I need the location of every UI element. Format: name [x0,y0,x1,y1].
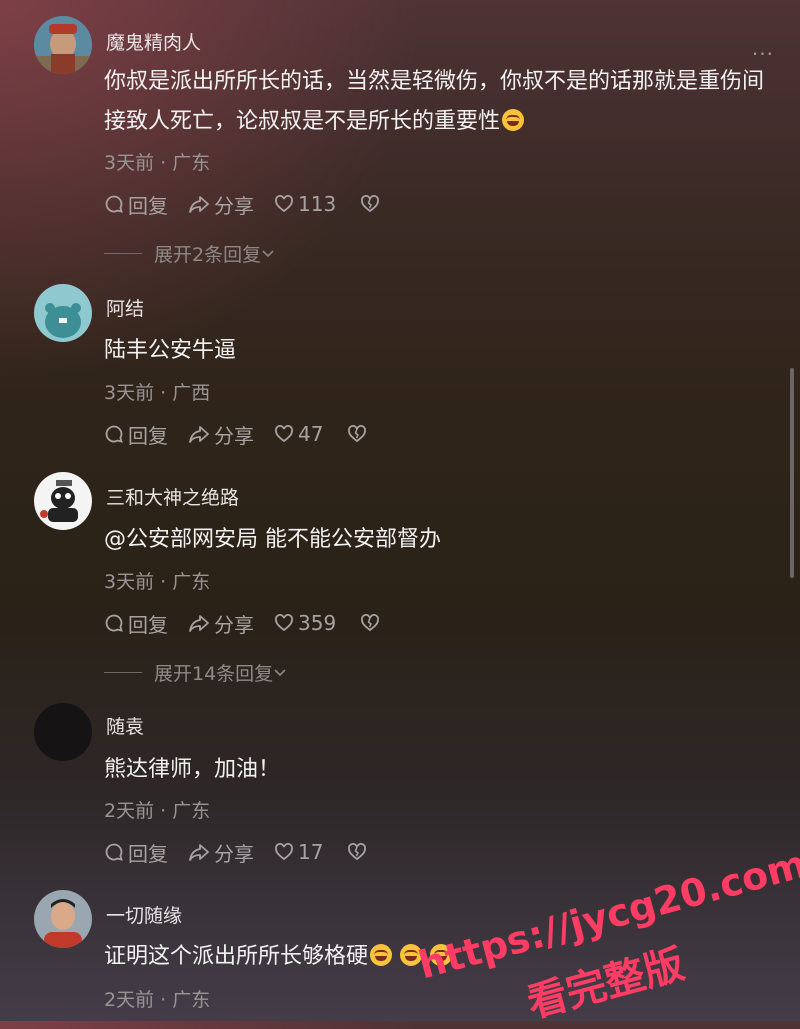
comment-body: 你叔是派出所所长的话，当然是轻微伤，你叔不是的话那就是重伤间接致人死亡，论叔叔是… [104,69,765,134]
commenter-name[interactable]: 阿结 [106,294,144,321]
comment-actions: 回复 分享 359 [104,609,380,638]
commenter-name[interactable]: 三和大神之绝路 [106,483,239,510]
dislike-button[interactable] [347,842,367,862]
commenter-name[interactable]: 随袁 [106,712,144,739]
like-button[interactable]: 17 [274,840,323,864]
share-button[interactable]: 分享 [188,190,254,219]
dislike-button[interactable] [360,613,380,633]
reply-label: 回复 [128,612,168,637]
comment-meta: 2天前 · 广东 [104,800,211,822]
comment-text: @公安部网安局 能不能公安部督办 [104,527,441,552]
comment-body: 证明这个派出所所长够格硬 [104,944,369,969]
heart-icon [275,195,293,213]
avatar[interactable] [34,16,92,74]
avatar[interactable] [34,472,92,530]
reply-icon [105,614,123,632]
expand-replies-label: 展开2条回复 [154,244,262,266]
avatar[interactable] [34,284,92,342]
broken-heart-icon [348,843,367,861]
comment-text: 熊达律师，加油！ [104,757,281,782]
like-count: 359 [298,611,337,635]
reply-icon [105,425,123,443]
share-icon [189,426,209,443]
share-icon [189,844,209,861]
share-label: 分享 [214,423,254,448]
like-button[interactable]: 47 [274,422,323,446]
reply-label: 回复 [128,193,168,218]
comment-text: 陆丰公安牛逼 [104,338,237,363]
like-button[interactable]: 113 [274,192,336,216]
share-button[interactable]: 分享 [188,609,254,638]
reply-button[interactable]: 回复 [104,609,168,638]
share-icon [189,615,209,632]
broken-heart-icon [361,195,380,213]
like-count: 113 [298,192,337,216]
comment-actions: 回复 分享 113 [104,190,380,219]
reply-icon [105,843,123,861]
comment-meta: 3天前 · 广东 [104,571,211,593]
divider-line [104,672,142,673]
heart-icon [275,614,293,632]
comment-actions: 回复 分享 17 [104,838,367,867]
comment-meta: 2天前 · 广东 [104,989,211,1011]
divider-line [104,253,142,254]
chevron-down-icon [262,249,274,257]
reply-button[interactable]: 回复 [104,190,168,219]
avatar[interactable] [34,703,92,761]
rofl-emoji-icon [502,109,525,131]
avatar[interactable] [34,890,92,948]
share-label: 分享 [214,612,254,637]
like-count: 17 [298,840,324,864]
chevron-down-icon [274,668,286,676]
broken-heart-icon [348,425,367,443]
scrollbar[interactable] [790,368,794,578]
share-button[interactable]: 分享 [188,420,254,449]
expand-replies-button[interactable]: 展开14条回复 [104,659,287,686]
comment-actions: 回复 分享 47 [104,420,367,449]
like-count: 47 [298,422,324,446]
comment-text: 你叔是派出所所长的话，当然是轻微伤，你叔不是的话那就是重伤间接致人死亡，论叔叔是… [104,62,769,142]
share-label: 分享 [214,841,254,866]
reply-button[interactable]: 回复 [104,838,168,867]
dislike-button[interactable] [360,194,380,214]
rofl-emoji-icon [370,944,393,966]
dislike-button[interactable] [347,424,367,444]
heart-icon [275,425,293,443]
share-icon [189,196,209,213]
expand-replies-button[interactable]: 展开2条回复 [104,240,275,267]
commenter-name[interactable]: 一切随缘 [106,901,182,928]
reply-label: 回复 [128,423,168,448]
commenter-name[interactable]: 魔鬼精肉人 [106,28,201,55]
reply-label: 回复 [128,841,168,866]
heart-icon [275,843,293,861]
reply-button[interactable]: 回复 [104,420,168,449]
expand-replies-label: 展开14条回复 [154,663,274,685]
reply-icon [105,195,123,213]
like-button[interactable]: 359 [274,611,336,635]
comment-meta: 3天前 · 广东 [104,152,211,174]
comment-meta: 3天前 · 广西 [104,382,211,404]
share-label: 分享 [214,193,254,218]
broken-heart-icon [361,614,380,632]
share-button[interactable]: 分享 [188,838,254,867]
